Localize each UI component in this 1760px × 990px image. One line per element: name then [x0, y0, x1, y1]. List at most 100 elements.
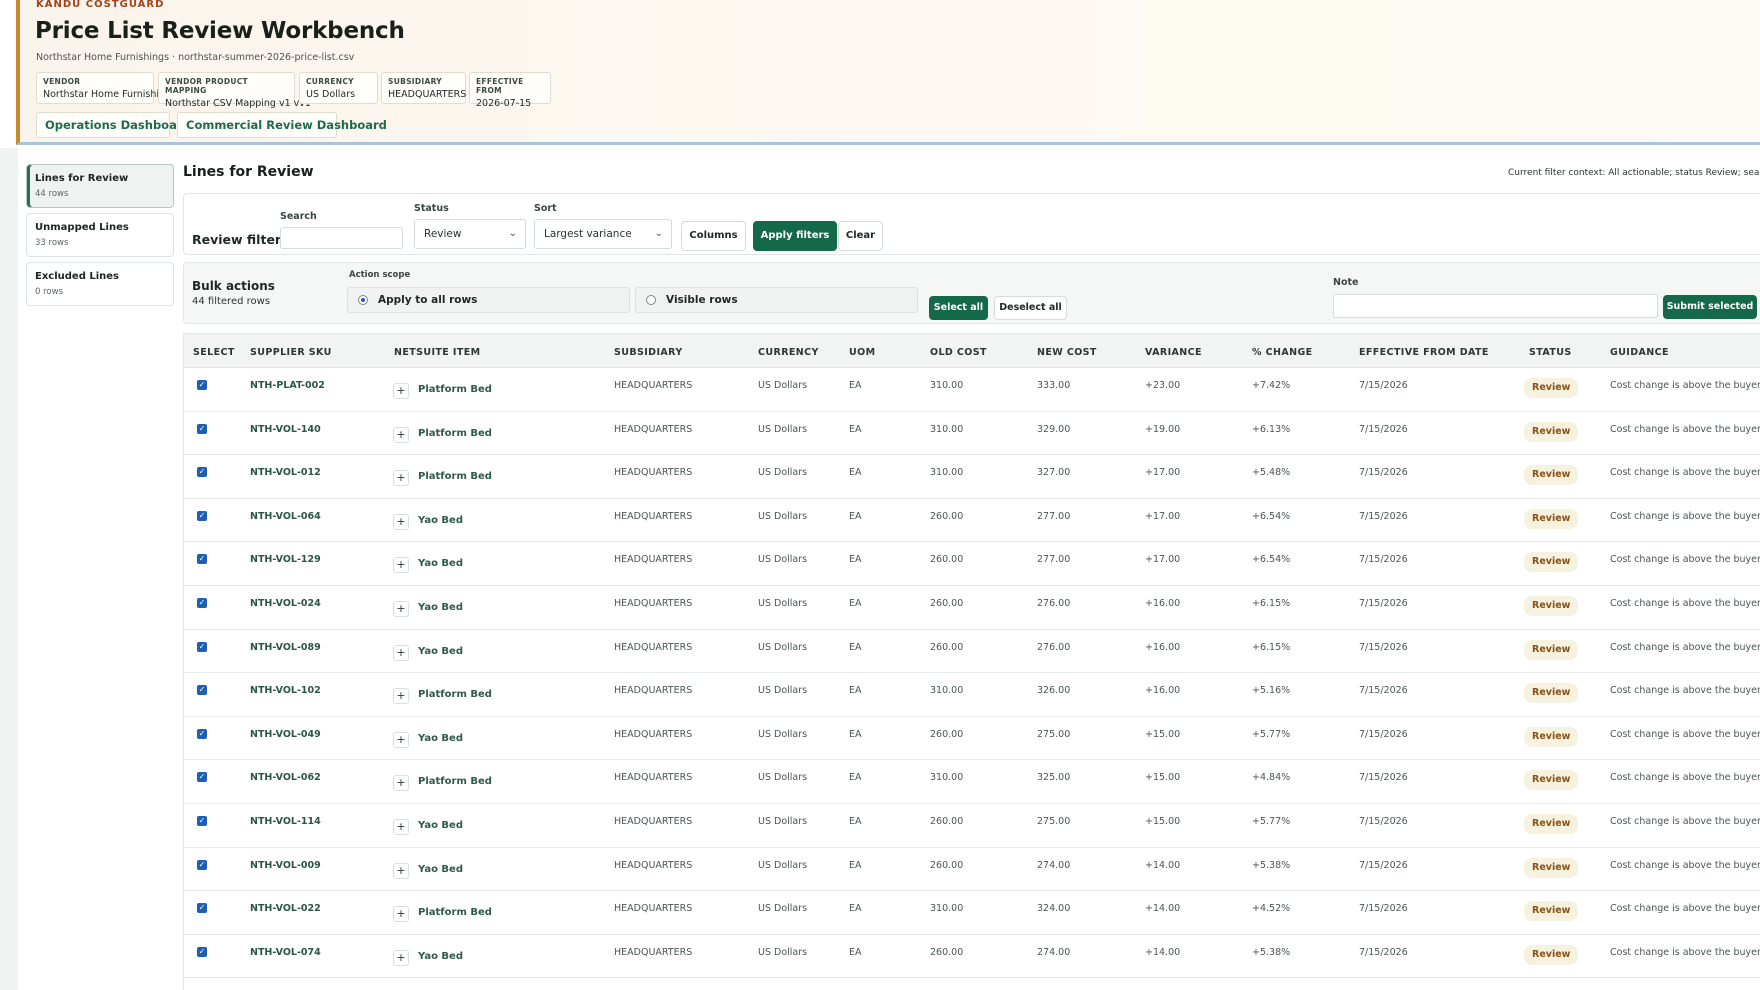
netsuite-item-link[interactable]: Yao Bed: [418, 951, 463, 962]
netsuite-item-link[interactable]: Yao Bed: [418, 602, 463, 613]
table-row[interactable]: ✓ NTH-VOL-102 HEADQUARTERS US Dollars EA 310.…: [184, 673, 1760, 717]
scope-visible-rows-option[interactable]: Visible rows: [635, 287, 918, 313]
supplier-sku-cell: NTH-VOL-114: [250, 816, 321, 827]
plus-icon[interactable]: +: [393, 906, 409, 923]
effective-date-cell: 7/15/2026: [1359, 728, 1408, 740]
deselect-all-button[interactable]: Deselect all: [994, 296, 1067, 320]
currency-cell: US Dollars: [758, 946, 808, 958]
new-cost-cell: 274.00: [1037, 859, 1071, 871]
currency-cell: US Dollars: [758, 859, 808, 871]
row-select-checkbox[interactable]: ✓: [197, 641, 207, 652]
plus-icon[interactable]: +: [393, 775, 409, 792]
plus-icon[interactable]: +: [393, 731, 409, 748]
netsuite-item-link[interactable]: Yao Bed: [418, 864, 463, 875]
row-select-checkbox[interactable]: ✓: [197, 598, 207, 608]
netsuite-item-link[interactable]: Yao Bed: [418, 646, 463, 657]
page-title: Price List Review Workbench: [35, 18, 405, 44]
row-select-checkbox[interactable]: ✓: [197, 510, 207, 521]
plus-icon[interactable]: +: [393, 688, 409, 705]
action-scope-label: Action scope: [349, 270, 411, 280]
plus-icon[interactable]: +: [393, 557, 409, 574]
status-badge: Review: [1524, 552, 1579, 573]
radio-unselected-icon[interactable]: [646, 295, 656, 305]
clear-filters-button[interactable]: Clear: [838, 221, 883, 251]
table-row[interactable]: ✓ NTH-VOL-024 HEADQUARTERS US Dollars EA 260.…: [184, 586, 1760, 630]
radio-selected-icon[interactable]: [358, 295, 368, 305]
column-header: GUIDANCE: [1610, 347, 1669, 358]
table-row[interactable]: ✓ NTH-VOL-129 HEADQUARTERS US Dollars EA 260.…: [184, 542, 1760, 586]
app-header: KANDU COSTGUARD Price List Review Workbe…: [16, 0, 1760, 145]
currency-cell: US Dollars: [758, 685, 808, 697]
columns-button[interactable]: Columns: [681, 221, 746, 251]
apply-filters-button[interactable]: Apply filters: [753, 221, 837, 251]
plus-icon[interactable]: +: [393, 601, 409, 617]
effective-date-cell: 7/15/2026: [1359, 816, 1408, 827]
netsuite-item-link[interactable]: Platform Bed: [418, 384, 492, 395]
currency-cell: US Dollars: [758, 903, 808, 915]
table-row[interactable]: ✓ NTH-VOL-064 HEADQUARTERS US Dollars EA 260.…: [184, 498, 1760, 543]
row-select-checkbox[interactable]: ✓: [197, 467, 207, 478]
row-select-checkbox[interactable]: ✓: [197, 423, 207, 434]
row-select-checkbox[interactable]: ✓: [197, 816, 207, 826]
plus-icon[interactable]: +: [393, 513, 409, 530]
table-row[interactable]: ✓ NTH-VOL-140 HEADQUARTERS US Dollars EA 310.…: [184, 411, 1760, 456]
netsuite-item-link[interactable]: Yao Bed: [418, 515, 463, 526]
status-badge: Review: [1524, 683, 1579, 704]
sidebar-item-count: 0 rows: [35, 287, 63, 297]
search-input[interactable]: [280, 227, 403, 249]
table-row[interactable]: ✓ NTH-VOL-022 HEADQUARTERS US Dollars EA 310.…: [184, 891, 1760, 935]
netsuite-item-link[interactable]: Yao Bed: [418, 733, 463, 744]
effective-date-cell: 7/15/2026: [1359, 859, 1408, 871]
plus-icon[interactable]: +: [393, 949, 409, 966]
meta-label: VENDOR PRODUCT MAPPING: [165, 77, 248, 95]
table-row[interactable]: ✓ NTH-VOL-062 HEADQUARTERS US Dollars EA 310.…: [184, 760, 1760, 804]
row-select-checkbox[interactable]: ✓: [197, 728, 207, 739]
netsuite-item-link[interactable]: Platform Bed: [418, 907, 492, 918]
row-select-checkbox[interactable]: ✓: [197, 946, 207, 957]
commercial-review-dashboard-button[interactable]: Commercial Review Dashboard: [177, 112, 387, 138]
variance-cell: +15.00: [1145, 772, 1181, 784]
plus-icon[interactable]: +: [393, 426, 409, 443]
row-select-checkbox[interactable]: ✓: [197, 554, 207, 565]
effective-date-cell: 7/15/2026: [1359, 772, 1408, 784]
row-select-checkbox[interactable]: ✓: [197, 380, 207, 390]
scope-all-rows-option[interactable]: Apply to all rows: [347, 287, 630, 313]
sidebar-item-excluded-lines[interactable]: Excluded Lines 0 rows: [26, 262, 174, 306]
table-row[interactable]: ✓ NTH-PLAT-002 HEADQUARTERS US Dollars EA 310…: [184, 368, 1760, 412]
netsuite-item-link[interactable]: Platform Bed: [418, 428, 492, 439]
netsuite-item-link[interactable]: Platform Bed: [418, 689, 492, 700]
plus-icon[interactable]: +: [393, 862, 409, 879]
sidebar-item-lines-for-review[interactable]: Lines for Review 44 rows: [26, 164, 174, 208]
table-row[interactable]: ✓ NTH-VOL-089 HEADQUARTERS US Dollars EA 260.…: [184, 629, 1760, 674]
select-all-button[interactable]: Select all: [929, 296, 988, 320]
netsuite-item-link[interactable]: Yao Bed: [418, 820, 463, 831]
netsuite-item-link[interactable]: Platform Bed: [418, 471, 492, 482]
uom-cell: EA: [849, 903, 862, 915]
operations-dashboard-button[interactable]: Operations Dashboard: [36, 112, 191, 138]
status-select[interactable]: Review ⌄: [414, 219, 526, 249]
row-select-checkbox[interactable]: ✓: [197, 685, 207, 696]
row-select-checkbox[interactable]: ✓: [197, 903, 207, 914]
table-row[interactable]: ✓ NTH-VOL-049 HEADQUARTERS US Dollars EA 260.…: [184, 716, 1760, 761]
note-input[interactable]: [1333, 294, 1658, 318]
column-header: VARIANCE: [1145, 347, 1202, 358]
sort-label: Sort: [534, 203, 557, 214]
plus-icon[interactable]: +: [393, 819, 409, 835]
table-row[interactable]: ✓ NTH-VOL-074 HEADQUARTERS US Dollars EA 260.…: [184, 934, 1760, 979]
new-cost-cell: 326.00: [1037, 685, 1071, 697]
netsuite-item-link[interactable]: Platform Bed: [418, 776, 492, 787]
sort-select[interactable]: Largest variance ⌄: [534, 219, 672, 249]
row-select-checkbox[interactable]: ✓: [197, 859, 207, 870]
sidebar-item-unmapped-lines[interactable]: Unmapped Lines 33 rows: [26, 213, 174, 257]
table-row[interactable]: ✓ NTH-VOL-012 HEADQUARTERS US Dollars EA 310.…: [184, 455, 1760, 499]
plus-icon[interactable]: +: [393, 644, 409, 661]
netsuite-item-link[interactable]: Yao Bed: [418, 558, 463, 569]
row-select-checkbox[interactable]: ✓: [197, 772, 207, 783]
plus-icon[interactable]: +: [393, 470, 409, 487]
table-row[interactable]: ✓ NTH-VOL-009 HEADQUARTERS US Dollars EA 260.…: [184, 847, 1760, 892]
submit-selected-button[interactable]: Submit selected: [1663, 295, 1757, 319]
sidebar-item-count: 44 rows: [35, 189, 69, 199]
plus-icon[interactable]: +: [393, 383, 409, 399]
table-row[interactable]: ✓ NTH-VOL-114 HEADQUARTERS US Dollars EA 260.…: [184, 804, 1760, 848]
meta-label: VENDOR: [43, 77, 81, 86]
